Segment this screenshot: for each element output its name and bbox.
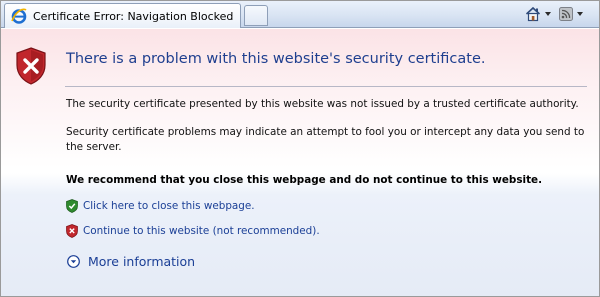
error-page: There is a problem with this website's s… — [1, 29, 599, 296]
more-information-toggle[interactable]: More information — [67, 252, 195, 270]
browser-window: Certificate Error: Navigation Blocked Th… — [0, 0, 600, 297]
paragraph-security-warning: Security certificate problems may indica… — [66, 126, 585, 153]
close-webpage-link-row[interactable]: Click here to close this webpage. — [66, 198, 255, 214]
home-icon — [525, 6, 541, 22]
home-button[interactable] — [525, 5, 551, 23]
recommendation-text: We recommend that you close this webpage… — [66, 174, 543, 186]
feeds-button[interactable] — [559, 5, 583, 23]
tab-title: Certificate Error: Navigation Blocked — [33, 9, 234, 23]
tab-certificate-error[interactable]: Certificate Error: Navigation Blocked — [4, 3, 241, 28]
heading-divider — [65, 86, 587, 87]
shield-error-icon — [16, 47, 46, 85]
page-heading: There is a problem with this website's s… — [66, 51, 486, 67]
home-dropdown-icon[interactable] — [545, 12, 551, 16]
ie-icon — [11, 8, 27, 24]
red-shield-x-icon — [66, 224, 78, 238]
close-webpage-link[interactable]: Click here to close this webpage. — [83, 200, 255, 212]
green-shield-check-icon — [66, 199, 78, 213]
new-tab-button[interactable] — [244, 5, 268, 26]
feeds-icon — [559, 7, 573, 21]
chevron-down-circle-icon — [67, 254, 80, 268]
continue-to-website-link[interactable]: Continue to this website (not recommende… — [83, 225, 320, 237]
continue-link-row[interactable]: Continue to this website (not recommende… — [66, 223, 320, 239]
paragraph-untrusted-authority: The security certificate presented by th… — [66, 98, 579, 110]
more-information-label[interactable]: More information — [88, 254, 195, 269]
tab-bar: Certificate Error: Navigation Blocked — [1, 1, 599, 28]
feeds-dropdown-icon[interactable] — [577, 12, 583, 16]
